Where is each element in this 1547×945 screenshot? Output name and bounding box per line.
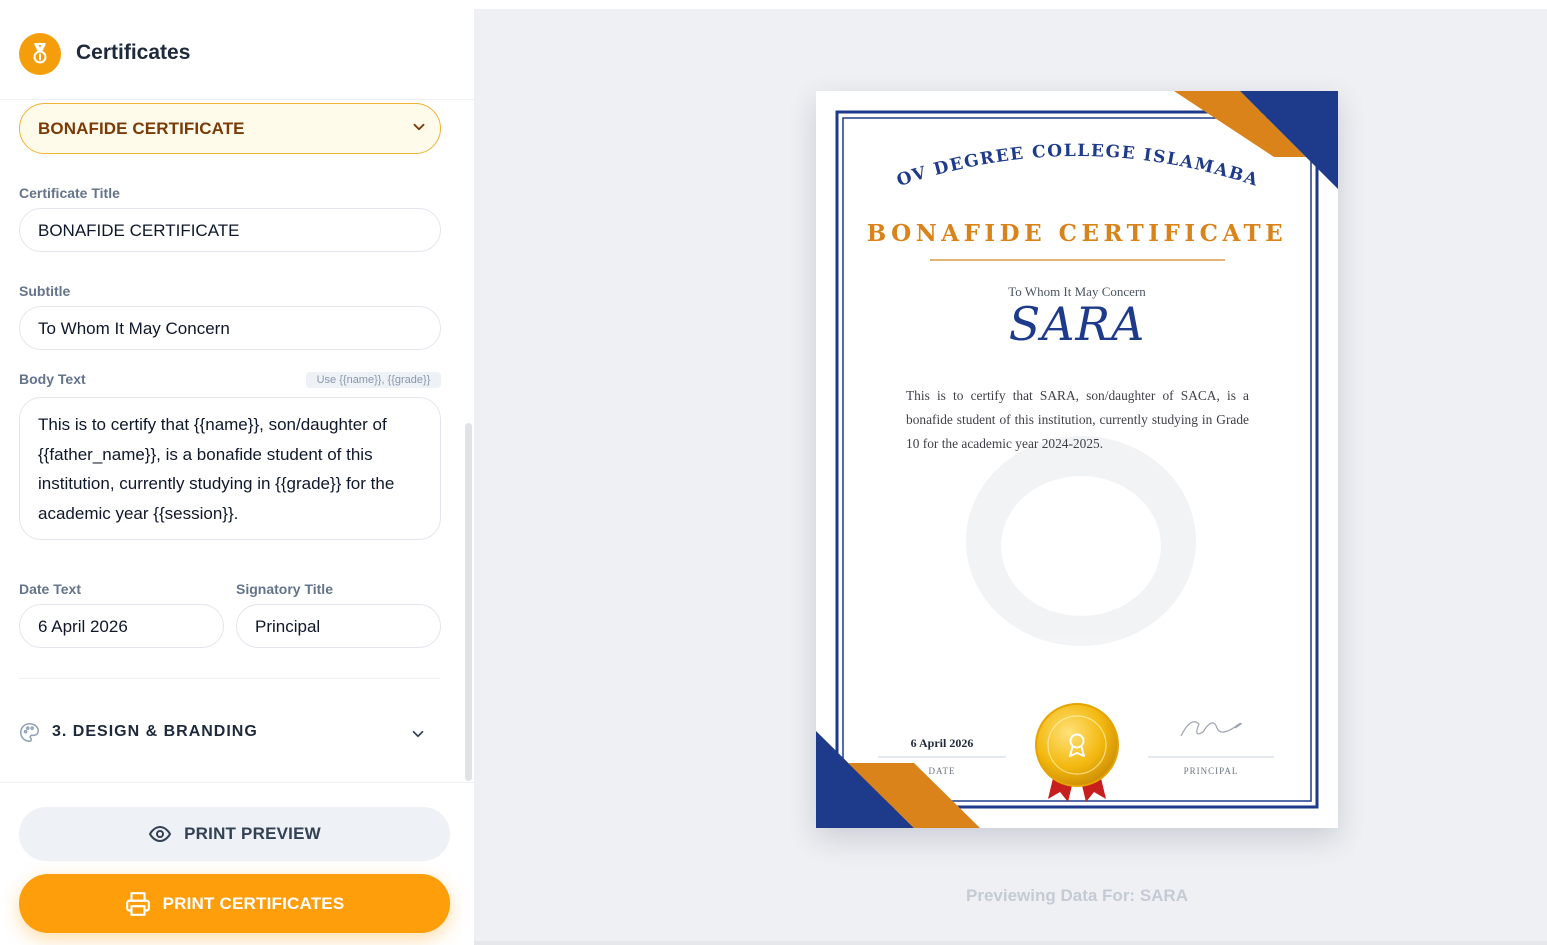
certificate-preview: GOV DEGREE COLLEGE ISLAMABAD BONAFIDE CE… bbox=[816, 91, 1338, 828]
design-branding-label: 3. DESIGN & BRANDING bbox=[52, 723, 258, 740]
divider bbox=[19, 678, 440, 679]
body-text-label: Body Text bbox=[19, 371, 86, 387]
certificate-title-value: BONAFIDE CERTIFICATE bbox=[38, 221, 240, 240]
certificate-title-input[interactable]: BONAFIDE CERTIFICATE bbox=[19, 208, 441, 252]
print-certificates-button[interactable]: PRINT CERTIFICATES bbox=[19, 874, 450, 933]
signatory-title-value: Principal bbox=[255, 617, 321, 636]
date-text-label: Date Text bbox=[19, 581, 81, 597]
signatory-title-label: Signatory Title bbox=[236, 581, 333, 597]
template-select-value: BONAFIDE CERTIFICATE bbox=[38, 119, 245, 138]
chevron-down-icon bbox=[409, 725, 427, 748]
bottom-strip bbox=[474, 941, 1547, 945]
signatory-label: PRINCIPAL bbox=[1183, 766, 1239, 776]
subtitle-input[interactable]: To Whom It May Concern bbox=[19, 306, 441, 350]
app-title: Certificates bbox=[76, 41, 191, 64]
sidebar: Certificates BONAFIDE CERTIFICATE Certif… bbox=[0, 9, 474, 945]
title-underline bbox=[930, 259, 1225, 261]
certificate-date: 6 April 2026 bbox=[910, 736, 974, 750]
palette-icon bbox=[19, 722, 40, 748]
print-preview-label: PRINT PREVIEW bbox=[184, 824, 321, 843]
sidebar-header: Certificates bbox=[0, 9, 474, 100]
institution-name: GOV DEGREE COLLEGE ISLAMABAD bbox=[816, 91, 1260, 191]
print-preview-button[interactable]: PRINT PREVIEW bbox=[19, 807, 450, 861]
svg-text:GOV DEGREE COLLEGE ISLAMABAD: GOV DEGREE COLLEGE ISLAMABAD bbox=[816, 91, 1261, 191]
sidebar-scrollbar[interactable] bbox=[465, 423, 472, 781]
date-text-input[interactable]: 6 April 2026 bbox=[19, 604, 224, 648]
certificate-body: This is to certify that SARA, son/daught… bbox=[906, 388, 1249, 451]
certificate-title-label: Certificate Title bbox=[19, 185, 120, 201]
certificate-title: BONAFIDE CERTIFICATE bbox=[866, 220, 1288, 247]
printer-icon bbox=[125, 891, 151, 917]
body-text-textarea[interactable]: This is to certify that {{name}}, son/da… bbox=[19, 397, 441, 540]
student-name: SARA bbox=[1008, 297, 1146, 351]
template-select[interactable]: BONAFIDE CERTIFICATE bbox=[19, 103, 441, 154]
eye-icon bbox=[148, 822, 172, 846]
body-text-value: This is to certify that {{name}}, son/da… bbox=[38, 415, 395, 523]
date-text-value: 6 April 2026 bbox=[38, 617, 128, 636]
design-branding-section-toggle[interactable]: 3. DESIGN & BRANDING bbox=[19, 719, 439, 749]
signatory-title-input[interactable]: Principal bbox=[236, 604, 441, 648]
preview-caption: Previewing Data For: SARA bbox=[966, 886, 1188, 905]
certificate-frame: GOV DEGREE COLLEGE ISLAMABAD bbox=[816, 91, 1338, 828]
medal-icon bbox=[19, 33, 61, 75]
action-bar: PRINT PREVIEW PRINT CERTIFICATES bbox=[0, 782, 474, 945]
date-label: DATE bbox=[928, 766, 956, 776]
print-certificates-label: PRINT CERTIFICATES bbox=[162, 893, 345, 913]
placeholder-hint: Use {{name}}, {{grade}} bbox=[306, 372, 441, 388]
subtitle-label: Subtitle bbox=[19, 283, 71, 299]
chevron-down-icon bbox=[410, 118, 428, 141]
top-bar bbox=[0, 0, 1547, 9]
subtitle-value: To Whom It May Concern bbox=[38, 319, 230, 338]
